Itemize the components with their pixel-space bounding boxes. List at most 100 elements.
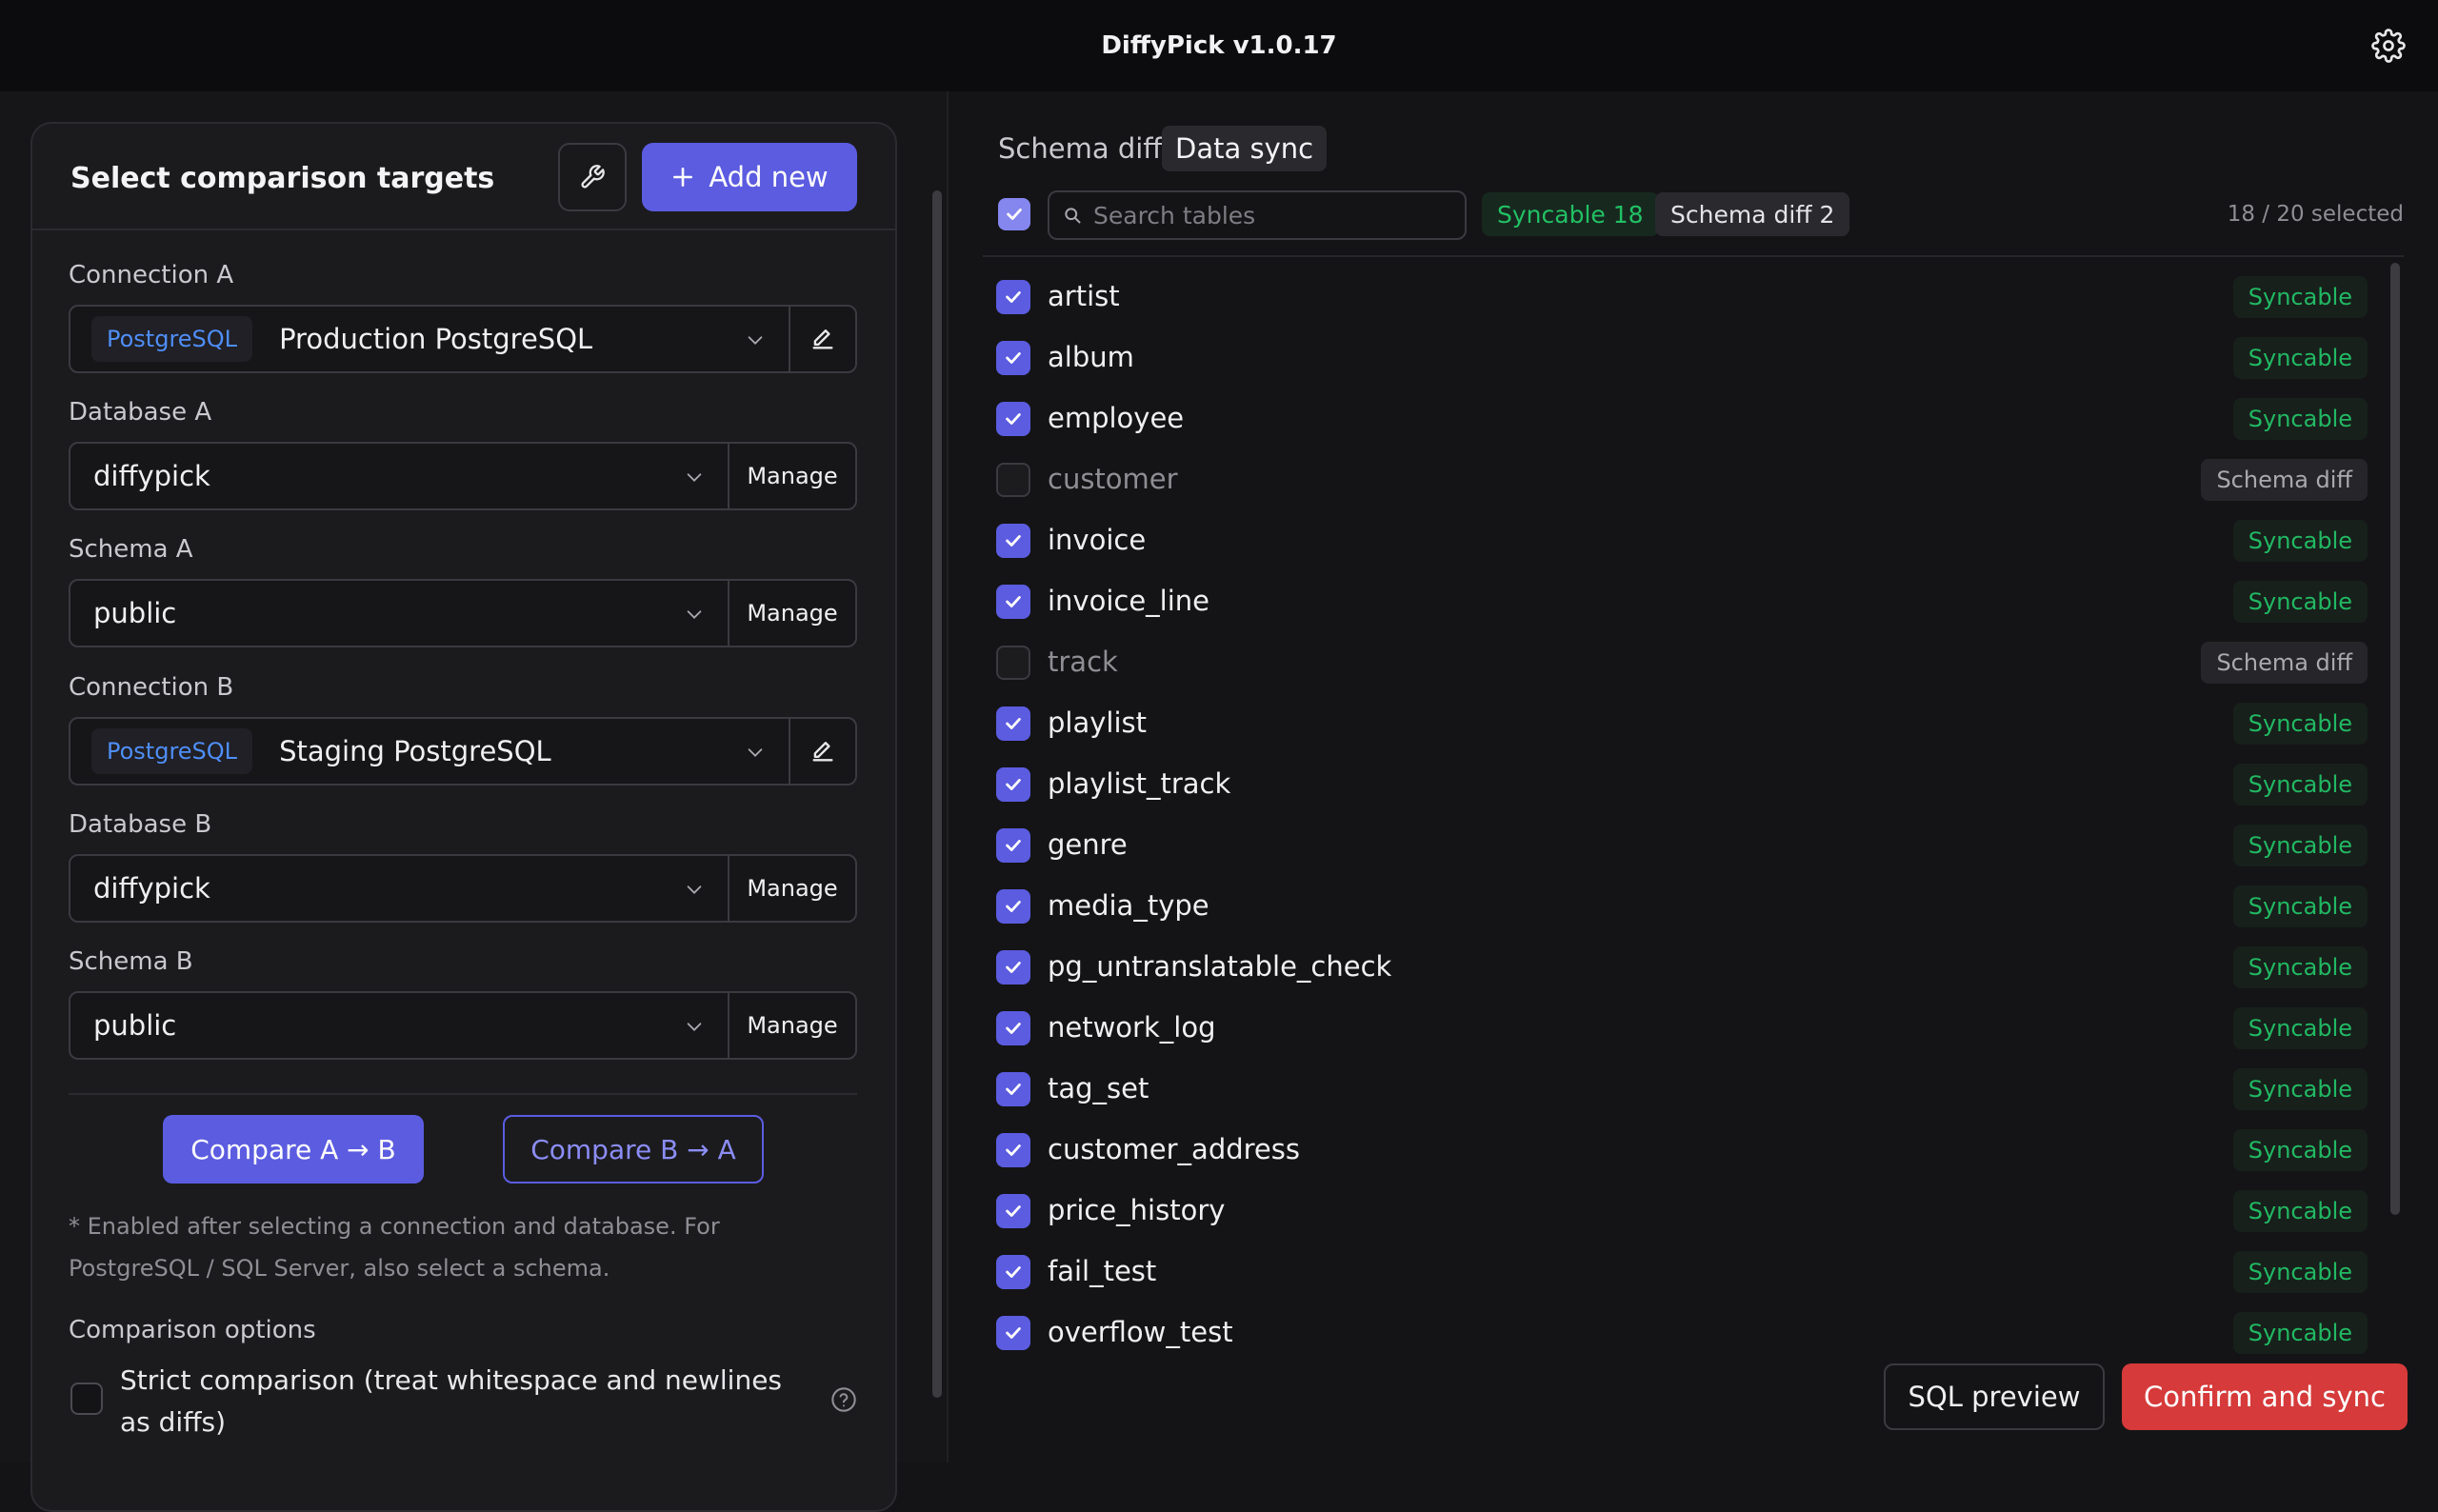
database-b-select[interactable]: diffypick — [69, 854, 729, 923]
table-row[interactable]: customer_address Syncable — [996, 1120, 2368, 1181]
chevron-down-icon — [748, 336, 763, 345]
connection-a-select[interactable]: PostgreSQL Production PostgreSQL — [69, 305, 790, 373]
table-row-checkbox[interactable] — [996, 585, 1030, 619]
check-icon — [1006, 840, 1021, 851]
table-row[interactable]: playlist_track Syncable — [996, 754, 2368, 815]
compare-b-to-a-button[interactable]: Compare B → A — [503, 1115, 764, 1184]
table-row[interactable]: price_history Syncable — [996, 1181, 2368, 1242]
table-row[interactable]: album Syncable — [996, 328, 2368, 388]
table-row[interactable]: playlist Syncable — [996, 693, 2368, 754]
add-new-button[interactable]: Add new — [642, 143, 857, 211]
table-row-status-badge: Syncable — [2232, 581, 2368, 623]
table-row-name: overflow_test — [1048, 1316, 1233, 1348]
schema-b-select[interactable]: public — [69, 991, 729, 1060]
filter-schema-diff-chip[interactable]: Schema diff 2 — [1655, 192, 1850, 236]
table-row[interactable]: employee Syncable — [996, 388, 2368, 449]
help-circle-icon[interactable] — [830, 1386, 857, 1413]
search-tables-field[interactable]: Search tables — [1048, 190, 1467, 240]
search-icon — [1065, 208, 1081, 224]
edit-connection-a-button[interactable] — [789, 305, 857, 373]
table-row-checkbox[interactable] — [996, 463, 1030, 497]
table-row[interactable]: invoice_line Syncable — [996, 571, 2368, 632]
table-row[interactable]: pg_untranslatable_check Syncable — [996, 937, 2368, 998]
gear-icon[interactable] — [2371, 29, 2406, 63]
manage-schema-a-button[interactable]: Manage — [728, 579, 857, 647]
table-row-checkbox[interactable] — [996, 767, 1030, 802]
table-row-checkbox[interactable] — [996, 402, 1030, 436]
table-row[interactable]: customer Schema diff — [996, 449, 2368, 510]
edit-icon — [812, 742, 833, 762]
table-row-checkbox[interactable] — [996, 1011, 1030, 1045]
schema-b-value: public — [93, 1009, 177, 1042]
table-row[interactable]: overflow_test Syncable — [996, 1303, 2368, 1363]
table-row-checkbox[interactable] — [996, 280, 1030, 314]
table-row-status-badge: Syncable — [2232, 946, 2368, 988]
table-row[interactable]: track Schema diff — [996, 632, 2368, 693]
table-row-name: employee — [1048, 402, 1185, 434]
table-row-checkbox[interactable] — [996, 950, 1030, 985]
table-row[interactable]: fail_test Syncable — [996, 1242, 2368, 1303]
chevron-down-icon — [687, 610, 702, 619]
table-row-status-badge: Syncable — [2232, 398, 2368, 440]
filter-syncable-chip[interactable]: Syncable 18 — [1482, 192, 1659, 236]
table-row[interactable]: artist Syncable — [996, 267, 2368, 328]
compare-a-to-b-button[interactable]: Compare A → B — [163, 1115, 424, 1184]
connection-b-value: Staging PostgreSQL — [279, 735, 551, 767]
table-row-checkbox[interactable] — [996, 1255, 1030, 1289]
database-a-select[interactable]: diffypick — [69, 442, 729, 510]
table-row-checkbox[interactable] — [996, 1194, 1030, 1228]
app-title: DiffyPick v1.0.17 — [1101, 31, 1337, 60]
table-row-status-badge: Syncable — [2232, 703, 2368, 745]
table-row-status-badge: Syncable — [2232, 885, 2368, 927]
manage-database-b-button[interactable]: Manage — [728, 854, 857, 923]
connection-b-select[interactable]: PostgreSQL Staging PostgreSQL — [69, 717, 790, 786]
table-row[interactable]: genre Syncable — [996, 815, 2368, 876]
select-all-checkbox[interactable] — [998, 198, 1030, 230]
table-row[interactable]: network_log Syncable — [996, 998, 2368, 1059]
database-a-label: Database A — [69, 398, 212, 427]
table-row-name: playlist — [1048, 706, 1147, 739]
left-scrollbar[interactable] — [932, 190, 942, 1398]
table-row-checkbox[interactable] — [996, 341, 1030, 375]
check-icon — [1006, 962, 1021, 973]
check-icon — [1006, 352, 1021, 364]
table-row-name: invoice — [1048, 524, 1147, 556]
database-b-label: Database B — [69, 810, 212, 839]
title-bar: DiffyPick v1.0.17 — [0, 0, 2438, 91]
strict-comparison-checkbox[interactable] — [70, 1383, 103, 1415]
table-row-name: network_log — [1048, 1011, 1216, 1044]
check-icon — [1006, 1084, 1021, 1095]
table-row-name: album — [1048, 341, 1134, 373]
table-row-checkbox[interactable] — [996, 1133, 1030, 1167]
table-row-checkbox[interactable] — [996, 646, 1030, 680]
wrench-button[interactable] — [558, 143, 627, 211]
table-row-checkbox[interactable] — [996, 828, 1030, 863]
table-row[interactable]: invoice Syncable — [996, 510, 2368, 571]
table-row-checkbox[interactable] — [996, 524, 1030, 558]
add-new-label: Add new — [709, 161, 829, 193]
chevron-down-icon — [748, 748, 763, 757]
manage-database-a-button[interactable]: Manage — [728, 442, 857, 510]
check-icon — [1006, 901, 1021, 912]
chevron-down-icon — [687, 1023, 702, 1031]
table-list-scrollbar[interactable] — [2390, 263, 2400, 1215]
tab-schema-diff[interactable]: Schema diff — [998, 126, 1162, 171]
table-row-checkbox[interactable] — [996, 706, 1030, 741]
manage-schema-b-button[interactable]: Manage — [728, 991, 857, 1060]
schema-a-value: public — [93, 597, 177, 629]
check-icon — [1006, 413, 1021, 425]
table-row-name: pg_untranslatable_check — [1048, 950, 1392, 983]
table-row-name: playlist_track — [1048, 767, 1231, 800]
confirm-and-sync-button[interactable]: Confirm and sync — [2122, 1363, 2408, 1430]
sql-preview-button[interactable]: SQL preview — [1884, 1363, 2105, 1430]
table-row-checkbox[interactable] — [996, 1072, 1030, 1106]
table-row-checkbox[interactable] — [996, 1316, 1030, 1350]
table-row[interactable]: tag_set Syncable — [996, 1059, 2368, 1120]
table-row-checkbox[interactable] — [996, 889, 1030, 924]
edit-connection-b-button[interactable] — [789, 717, 857, 786]
tab-data-sync[interactable]: Data sync — [1162, 126, 1328, 171]
table-row[interactable]: media_type Syncable — [996, 876, 2368, 937]
check-icon — [1006, 596, 1021, 607]
schema-a-select[interactable]: public — [69, 579, 729, 647]
check-icon — [1006, 779, 1021, 790]
